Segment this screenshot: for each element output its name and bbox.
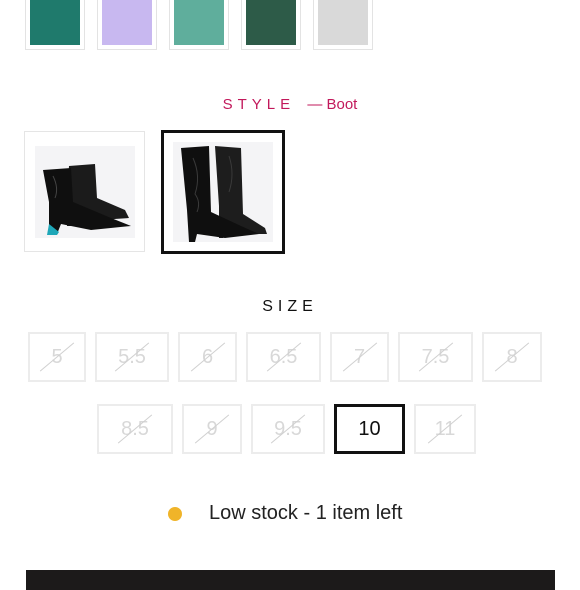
size-option-9[interactable]: 9 [182, 404, 242, 454]
size-row-2: 8.5 9 9.5 10 11 [97, 404, 476, 454]
color-swatch-forest[interactable] [241, 0, 301, 50]
low-stock-dot-icon [168, 506, 182, 521]
color-swatch-row [25, 0, 373, 50]
tall-boot-icon [173, 142, 273, 242]
size-row-1: 5 5.5 6 6.5 7 7.5 8 [28, 332, 542, 382]
style-options [24, 130, 285, 254]
short-boot-icon [34, 145, 135, 238]
size-option-5[interactable]: 5 [28, 332, 86, 382]
style-heading: STYLE — Boot [0, 96, 580, 113]
color-swatch-lavender[interactable] [97, 0, 157, 50]
style-label: STYLE [222, 96, 296, 113]
size-option-6[interactable]: 6 [178, 332, 237, 382]
size-option-6-5[interactable]: 6.5 [246, 332, 321, 382]
size-heading: SIZE [262, 298, 318, 315]
size-option-8[interactable]: 8 [482, 332, 542, 382]
style-option-bootie[interactable] [24, 131, 145, 252]
add-to-cart-button[interactable] [26, 570, 555, 590]
size-option-7[interactable]: 7 [330, 332, 389, 382]
color-swatch-teal[interactable] [25, 0, 85, 50]
color-swatch-silver[interactable] [313, 0, 373, 50]
size-option-7-5[interactable]: 7.5 [398, 332, 473, 382]
size-option-9-5[interactable]: 9.5 [251, 404, 325, 454]
stock-indicator: Low stock - 1 item left [168, 502, 402, 525]
style-value: — Boot [307, 96, 358, 113]
size-option-5-5[interactable]: 5.5 [95, 332, 169, 382]
size-option-11[interactable]: 11 [414, 404, 476, 454]
size-option-8-5[interactable]: 8.5 [97, 404, 173, 454]
size-option-10[interactable]: 10 [334, 404, 405, 454]
color-swatch-seafoam[interactable] [169, 0, 229, 50]
style-option-boot[interactable] [161, 130, 285, 254]
stock-text: Low stock - 1 item left [209, 502, 403, 524]
